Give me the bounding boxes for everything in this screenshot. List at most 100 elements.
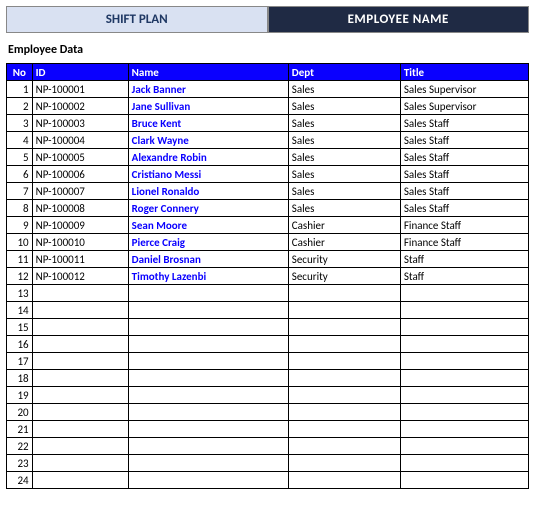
cell-title[interactable]: [400, 285, 528, 302]
cell-name[interactable]: Timothy Lazenbi: [128, 268, 288, 285]
cell-id[interactable]: NP-100003: [32, 115, 128, 132]
cell-title[interactable]: [400, 353, 528, 370]
cell-name[interactable]: [128, 404, 288, 421]
cell-no[interactable]: 5: [7, 149, 33, 166]
cell-id[interactable]: [32, 472, 128, 489]
cell-name[interactable]: Roger Connery: [128, 200, 288, 217]
cell-dept[interactable]: [288, 285, 400, 302]
cell-title[interactable]: [400, 336, 528, 353]
cell-no[interactable]: 16: [7, 336, 33, 353]
cell-no[interactable]: 23: [7, 455, 33, 472]
cell-title[interactable]: [400, 455, 528, 472]
cell-title[interactable]: Sales Staff: [400, 183, 528, 200]
cell-dept[interactable]: Cashier: [288, 217, 400, 234]
cell-dept[interactable]: Sales: [288, 149, 400, 166]
cell-dept[interactable]: Sales: [288, 200, 400, 217]
table-row[interactable]: 11NP-100011Daniel BrosnanSecurityStaff: [7, 251, 529, 268]
cell-no[interactable]: 12: [7, 268, 33, 285]
cell-dept[interactable]: Cashier: [288, 234, 400, 251]
cell-no[interactable]: 9: [7, 217, 33, 234]
cell-dept[interactable]: Sales: [288, 132, 400, 149]
cell-name[interactable]: [128, 472, 288, 489]
cell-dept[interactable]: [288, 302, 400, 319]
cell-dept[interactable]: Sales: [288, 183, 400, 200]
cell-no[interactable]: 19: [7, 387, 33, 404]
cell-id[interactable]: [32, 421, 128, 438]
table-row[interactable]: 19: [7, 387, 529, 404]
table-row[interactable]: 1NP-100001Jack BannerSalesSales Supervis…: [7, 81, 529, 98]
cell-no[interactable]: 3: [7, 115, 33, 132]
cell-id[interactable]: NP-100010: [32, 234, 128, 251]
cell-title[interactable]: [400, 438, 528, 455]
cell-no[interactable]: 2: [7, 98, 33, 115]
cell-id[interactable]: [32, 387, 128, 404]
cell-name[interactable]: [128, 302, 288, 319]
cell-id[interactable]: NP-100002: [32, 98, 128, 115]
table-row[interactable]: 21: [7, 421, 529, 438]
cell-id[interactable]: NP-100001: [32, 81, 128, 98]
cell-id[interactable]: NP-100008: [32, 200, 128, 217]
cell-name[interactable]: [128, 387, 288, 404]
cell-dept[interactable]: [288, 319, 400, 336]
table-row[interactable]: 24: [7, 472, 529, 489]
cell-id[interactable]: [32, 285, 128, 302]
cell-title[interactable]: Sales Supervisor: [400, 98, 528, 115]
cell-no[interactable]: 15: [7, 319, 33, 336]
cell-no[interactable]: 17: [7, 353, 33, 370]
table-row[interactable]: 13: [7, 285, 529, 302]
cell-id[interactable]: [32, 455, 128, 472]
cell-dept[interactable]: [288, 455, 400, 472]
cell-name[interactable]: Lionel Ronaldo: [128, 183, 288, 200]
cell-name[interactable]: [128, 319, 288, 336]
cell-name[interactable]: [128, 455, 288, 472]
cell-title[interactable]: Finance Staff: [400, 234, 528, 251]
cell-id[interactable]: [32, 404, 128, 421]
cell-name[interactable]: Cristiano Messi: [128, 166, 288, 183]
cell-id[interactable]: NP-100011: [32, 251, 128, 268]
table-row[interactable]: 3NP-100003Bruce KentSalesSales Staff: [7, 115, 529, 132]
cell-no[interactable]: 13: [7, 285, 33, 302]
table-row[interactable]: 4NP-100004Clark WayneSalesSales Staff: [7, 132, 529, 149]
cell-id[interactable]: NP-100007: [32, 183, 128, 200]
cell-dept[interactable]: [288, 421, 400, 438]
cell-name[interactable]: Jack Banner: [128, 81, 288, 98]
table-row[interactable]: 10NP-100010Pierce CraigCashierFinance St…: [7, 234, 529, 251]
cell-title[interactable]: [400, 404, 528, 421]
cell-dept[interactable]: [288, 438, 400, 455]
table-row[interactable]: 2NP-100002Jane SullivanSalesSales Superv…: [7, 98, 529, 115]
cell-title[interactable]: Sales Staff: [400, 149, 528, 166]
cell-title[interactable]: Sales Staff: [400, 200, 528, 217]
cell-id[interactable]: NP-100009: [32, 217, 128, 234]
cell-id[interactable]: [32, 336, 128, 353]
cell-id[interactable]: NP-100012: [32, 268, 128, 285]
cell-title[interactable]: Finance Staff: [400, 217, 528, 234]
cell-dept[interactable]: [288, 404, 400, 421]
table-row[interactable]: 17: [7, 353, 529, 370]
cell-no[interactable]: 11: [7, 251, 33, 268]
cell-title[interactable]: Sales Staff: [400, 132, 528, 149]
table-row[interactable]: 16: [7, 336, 529, 353]
cell-no[interactable]: 22: [7, 438, 33, 455]
cell-title[interactable]: Staff: [400, 268, 528, 285]
cell-title[interactable]: Sales Staff: [400, 166, 528, 183]
cell-title[interactable]: [400, 370, 528, 387]
cell-dept[interactable]: [288, 370, 400, 387]
cell-name[interactable]: Alexandre Robin: [128, 149, 288, 166]
cell-name[interactable]: [128, 370, 288, 387]
cell-dept[interactable]: Security: [288, 251, 400, 268]
cell-title[interactable]: [400, 421, 528, 438]
cell-name[interactable]: [128, 421, 288, 438]
cell-no[interactable]: 4: [7, 132, 33, 149]
cell-dept[interactable]: [288, 353, 400, 370]
cell-title[interactable]: [400, 302, 528, 319]
cell-no[interactable]: 8: [7, 200, 33, 217]
cell-no[interactable]: 18: [7, 370, 33, 387]
cell-id[interactable]: [32, 319, 128, 336]
table-row[interactable]: 20: [7, 404, 529, 421]
cell-dept[interactable]: Sales: [288, 115, 400, 132]
cell-name[interactable]: Jane Sullivan: [128, 98, 288, 115]
cell-dept[interactable]: Sales: [288, 166, 400, 183]
table-row[interactable]: 14: [7, 302, 529, 319]
cell-id[interactable]: [32, 370, 128, 387]
cell-dept[interactable]: [288, 387, 400, 404]
